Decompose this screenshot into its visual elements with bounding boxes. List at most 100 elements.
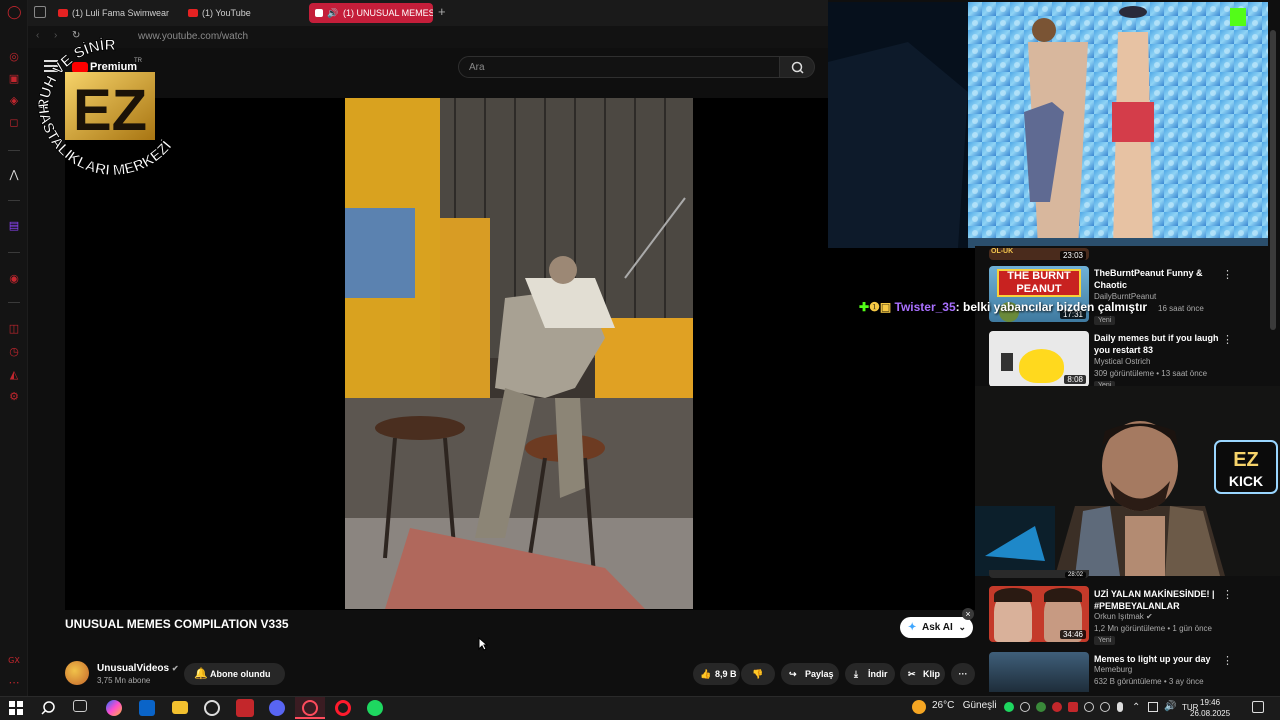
sidebar-extensions-icon[interactable]: ◭ [7, 368, 21, 382]
rec-duration: 23:03 [1059, 251, 1086, 260]
rec-more-icon[interactable]: ⋮ [1222, 654, 1233, 667]
rec-title[interactable]: UZİ YALAN MAKİNESİNDE! | #PEMBEYALANLAR [1094, 588, 1219, 612]
new-tab-button[interactable]: + [438, 4, 446, 19]
rec-channel[interactable]: Mystical Ostrich [1094, 357, 1150, 366]
subscribe-button[interactable]: 🔔 Abone olundu ⌄ [184, 663, 285, 701]
search-button[interactable] [779, 56, 815, 78]
rec-title[interactable]: TheBurntPeanut Funny & Chaotic [1094, 267, 1219, 291]
taskbar-clock[interactable]: 19:46 26.08.2025 [1190, 697, 1230, 719]
tray-volume-icon[interactable]: 🔊 [1164, 701, 1176, 712]
sidebar-bag-icon[interactable]: ▣ [7, 72, 21, 86]
tray-obs-icon[interactable] [1020, 702, 1030, 712]
clip-button[interactable]: ✂ Klip [900, 663, 945, 685]
verified-icon: ✔ [171, 664, 179, 673]
sidebar-history-icon[interactable]: ◷ [7, 345, 21, 359]
sidebar-more-icon[interactable]: ⋯ [7, 676, 21, 690]
weather-condition: Güneşli [962, 700, 997, 711]
sidebar-gx-icon[interactable]: GX [7, 654, 21, 668]
rec-duration: 8:08 [1064, 375, 1086, 384]
rec-meta: 632 B görüntüleme • 3 ay önce [1094, 677, 1204, 686]
tab-unusual-memes[interactable]: 🔊 (1) UNUSUAL MEMES [309, 3, 433, 23]
video-title: UNUSUAL MEMES COMPILATION V335 [65, 617, 289, 631]
outlook-icon[interactable] [139, 700, 155, 716]
rec-channel[interactable]: Orkun Işıtmak ✔ [1094, 612, 1153, 621]
chat-message: ✚❶▣ Twister_35: belki yabancılar bizden … [859, 300, 1147, 314]
tray-app-icon[interactable] [1084, 702, 1094, 712]
thumbs-down-icon: 👎 [752, 669, 764, 679]
sparkle-icon: ✦ [908, 622, 917, 633]
sidebar-instagram-icon[interactable]: ◻ [7, 116, 21, 130]
sidebar-aria-icon[interactable]: ◎ [7, 50, 21, 64]
taskbar-search-icon[interactable] [40, 700, 56, 716]
rec-more-icon[interactable]: ⋮ [1222, 588, 1233, 601]
rec-thumb-2[interactable]: 8:08 [989, 331, 1089, 387]
tray-network-icon[interactable] [1148, 702, 1158, 712]
like-button[interactable]: 👍 8,9 B [693, 663, 740, 685]
rec-thumb-3[interactable]: 34:46 [989, 586, 1089, 642]
thumbs-up-icon: 👍 [700, 669, 712, 679]
sidebar-arrow-icon[interactable]: ⋀ [7, 168, 21, 182]
video-frame[interactable] [345, 98, 693, 609]
search-input[interactable]: Ara [458, 56, 780, 78]
sidebar-twitch-icon[interactable]: ▤ [7, 219, 21, 233]
rec-thumb-4[interactable] [989, 652, 1089, 692]
rec-title[interactable]: Daily memes but if you laugh you restart… [1094, 332, 1219, 356]
spotify-icon[interactable] [367, 700, 383, 716]
weather-sun-icon [912, 700, 926, 714]
share-icon: ↪ [789, 669, 797, 679]
weather-widget[interactable]: 26°C Güneşli [932, 700, 997, 711]
opera-logo-icon[interactable]: ◯ [7, 6, 22, 20]
tab-youtube[interactable]: (1) YouTube [184, 3, 304, 23]
scrollbar[interactable] [1270, 30, 1276, 330]
chat-text: : belki yabancılar bizden çalmıştır [955, 300, 1148, 314]
task-view-icon[interactable] [73, 700, 87, 712]
rec-thumb-partial[interactable]: OL-UK 23:03 [989, 248, 1089, 260]
rec-title[interactable]: Memes to light up your day [1094, 653, 1219, 665]
runway-stream-overlay [828, 2, 1268, 248]
ask-ai-close-button[interactable]: × [962, 608, 974, 620]
voicemeeter-icon[interactable] [236, 699, 254, 717]
tray-app-icon[interactable] [1100, 702, 1110, 712]
share-button[interactable]: ↪ Paylaş [781, 663, 839, 685]
tray-app-icon[interactable] [1052, 702, 1062, 712]
sidebar-messenger-icon[interactable]: ◈ [7, 94, 21, 108]
windows-start-icon[interactable] [9, 701, 23, 715]
rec-channel[interactable]: Memeburg [1094, 665, 1132, 674]
more-actions-button[interactable]: ··· [951, 663, 975, 685]
opera-gx-icon[interactable] [302, 700, 318, 716]
tray-spotify-icon[interactable] [1004, 702, 1014, 712]
tray-app-icon[interactable] [1036, 702, 1046, 712]
rec-channel-name: Orkun Işıtmak [1094, 612, 1144, 621]
streamer-webcam: EZ KICK [975, 386, 1280, 576]
tray-chevron-icon[interactable]: ⌃ [1132, 702, 1140, 713]
copilot-icon[interactable] [106, 700, 122, 716]
file-explorer-icon[interactable] [172, 701, 188, 714]
rec-more-icon[interactable]: ⋮ [1222, 268, 1233, 281]
verified-icon: ✔ [1146, 612, 1153, 621]
tab-label: (1) UNUSUAL MEMES [343, 8, 433, 18]
channel-avatar[interactable] [65, 661, 89, 685]
sidebar-settings-icon[interactable]: ⚙ [7, 390, 21, 404]
search-placeholder: Ara [469, 62, 485, 73]
tab-luli-fama[interactable]: (1) Luli Fama Swimwear F [54, 3, 172, 23]
rec-more-icon[interactable]: ⋮ [1222, 333, 1233, 346]
rec-badge: Yeni [1094, 316, 1116, 325]
discord-icon[interactable] [269, 700, 285, 716]
notification-icon[interactable] [1252, 701, 1264, 713]
channel-name-text: UnusualVideos [97, 663, 170, 674]
tray-mic-icon[interactable] [1117, 702, 1123, 712]
tray-voicemeeter-icon[interactable] [1068, 702, 1078, 712]
download-button[interactable]: ⤓ İndir [845, 663, 895, 685]
opera-icon[interactable] [335, 700, 351, 716]
chat-username: Twister_35 [894, 300, 956, 314]
rec-thumb-partial[interactable]: 28:02 [989, 570, 1089, 578]
dislike-button[interactable]: 👎 [741, 663, 775, 685]
gift-badge-icon: ▣ [879, 300, 892, 314]
obs-icon[interactable] [204, 700, 220, 716]
tab-menu-icon[interactable] [34, 6, 46, 18]
channel-name[interactable]: UnusualVideos ✔ [97, 663, 179, 674]
sidebar-pinboard-icon[interactable]: ◫ [7, 322, 21, 336]
sidebar-player-icon[interactable]: ◉ [7, 272, 21, 286]
tab-bar: (1) Luli Fama Swimwear F (1) YouTube 🔊 (1… [28, 0, 828, 26]
ask-ai-button[interactable]: ✦ Ask AI ⌄ [900, 617, 973, 638]
